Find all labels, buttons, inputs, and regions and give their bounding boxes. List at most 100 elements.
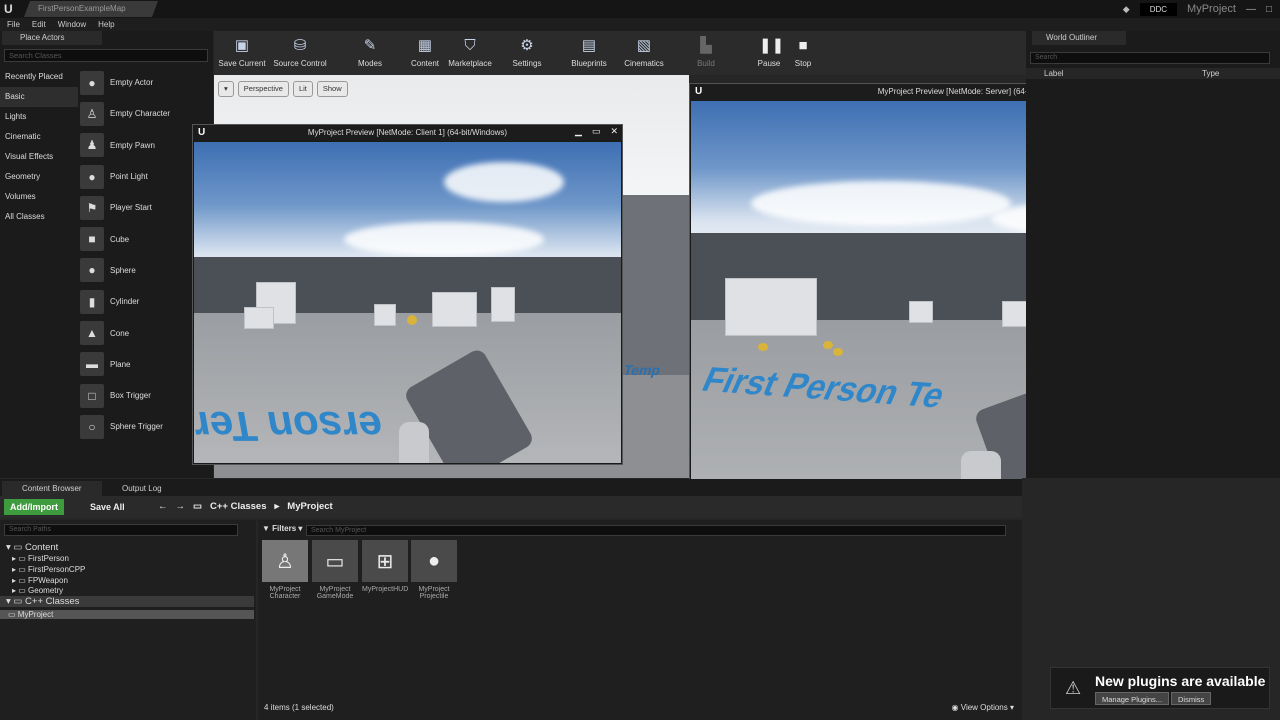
minimize-icon[interactable]: ▁ — [575, 126, 582, 137]
asset-search-input[interactable]: Search MyProject — [306, 525, 1006, 536]
flag-icon: ⚑ — [80, 195, 104, 220]
title-bar: U FirstPersonExampleMap ◆ DDC MyProject … — [0, 0, 1280, 18]
asset-tile[interactable]: ▭ MyProject GameMode — [312, 540, 358, 600]
actor-player-start[interactable]: ⚑ Player Start — [80, 192, 210, 223]
viewport-options-button[interactable]: ▾ — [218, 81, 234, 97]
menu-help[interactable]: Help — [98, 18, 114, 31]
actor-label: Empty Pawn — [110, 140, 155, 150]
path-search-input[interactable]: Search Paths — [4, 524, 238, 536]
show-button[interactable]: Show — [316, 81, 348, 97]
notification-icon[interactable]: ◆ — [1123, 4, 1130, 15]
actor-plane[interactable]: ▬ Plane — [80, 349, 210, 380]
pawn-icon: ♟ — [80, 133, 104, 158]
settings-button[interactable]: ⚙ Settings — [499, 33, 555, 68]
category-all-classes[interactable]: All Classes — [0, 207, 78, 227]
forward-icon[interactable]: → — [176, 499, 186, 515]
place-actors-tab[interactable]: Place Actors — [2, 31, 102, 45]
actor-label: Empty Actor — [110, 78, 154, 88]
lit-button[interactable]: Lit — [292, 81, 313, 97]
tree-item-content[interactable]: ▾ ▭ Content — [6, 542, 58, 553]
tree-item-fpweapon[interactable]: ▸ ▭ FPWeapon — [12, 576, 68, 585]
perspective-button[interactable]: Perspective — [237, 81, 289, 97]
map-tab[interactable]: FirstPersonExampleMap — [24, 1, 158, 17]
world-outliner-tab[interactable]: World Outliner — [1032, 31, 1126, 45]
client-preview-window[interactable]: MyProject Preview [NetMode: Client 1] (6… — [192, 124, 623, 465]
type-column-header[interactable]: Type — [1202, 68, 1219, 79]
close-icon[interactable]: ✕ — [610, 126, 618, 137]
actor-empty-actor[interactable]: ● Empty Actor — [80, 67, 210, 98]
tree-item-myproject[interactable]: ▭ MyProject — [0, 610, 254, 619]
category-cinematic[interactable]: Cinematic — [0, 127, 78, 147]
actor-label: Sphere — [110, 265, 136, 275]
actor-cylinder[interactable]: ▮ Cylinder — [80, 286, 210, 317]
content-icon: ▦ — [417, 37, 433, 54]
tree-item-cpp-classes[interactable]: ▾ ▭ C++ Classes — [0, 596, 254, 607]
folder-icon: ▭ — [193, 501, 202, 512]
content-browser-tab[interactable]: Content Browser — [2, 481, 102, 496]
add-import-button[interactable]: Add/Import — [4, 499, 64, 515]
menu-edit[interactable]: Edit — [32, 18, 46, 31]
output-log-tab[interactable]: Output Log — [102, 481, 202, 496]
menu-file[interactable]: File — [7, 18, 20, 31]
tree-item-geometry[interactable]: ▸ ▭ Geometry — [12, 586, 63, 595]
ddc-indicator: DDC — [1139, 2, 1178, 16]
maximize-icon[interactable]: □ — [1266, 4, 1272, 15]
item-count: 4 items (1 selected) — [264, 703, 334, 712]
gear-icon: ⚙ — [520, 37, 534, 54]
filters-button[interactable]: ▼ Filters ▾ — [262, 524, 302, 533]
asset-tile[interactable]: ⊞ MyProjectHUD — [362, 540, 408, 593]
label-column-header[interactable]: Label — [1044, 68, 1064, 79]
maximize-icon[interactable]: ▭ — [592, 126, 601, 137]
blueprints-button[interactable]: ▤ Blueprints — [561, 33, 617, 68]
actor-empty-pawn[interactable]: ♟ Empty Pawn — [80, 130, 210, 161]
actor-sphere[interactable]: ● Sphere — [80, 255, 210, 286]
save-current-button[interactable]: ▣ Save Current — [214, 33, 270, 68]
asset-tile[interactable]: ● MyProject Projectile — [411, 540, 457, 600]
client-game-view[interactable]: erson Ter — [194, 142, 621, 463]
outliner-search-input[interactable]: Search — [1030, 52, 1270, 64]
save-all-button[interactable]: Save All — [90, 499, 125, 515]
actor-box-trigger[interactable]: □ Box Trigger — [80, 380, 210, 411]
view-options-button[interactable]: ◉ View Options ▾ — [952, 703, 1014, 712]
category-visual-effects[interactable]: Visual Effects — [0, 147, 78, 167]
tree-item-firstpersoncpp[interactable]: ▸ ▭ FirstPersonCPP — [12, 565, 85, 574]
back-icon[interactable]: ← — [158, 499, 168, 515]
button-label: Blueprints — [571, 59, 607, 68]
actor-empty-character[interactable]: ♙ Empty Character — [80, 98, 210, 129]
minimize-icon[interactable]: — — [1246, 4, 1256, 15]
asset-tile[interactable]: ♙ MyProject Character — [262, 540, 308, 600]
outliner-header: Label Type — [1026, 68, 1280, 79]
actor-cone[interactable]: ▲ Cone — [80, 317, 210, 348]
clapperboard-icon: ▧ — [636, 37, 652, 54]
actor-sphere-trigger[interactable]: ○ Sphere Trigger — [80, 411, 210, 442]
actor-point-light[interactable]: ● Point Light — [80, 161, 210, 192]
hud-icon: ⊞ — [362, 540, 408, 582]
marketplace-button[interactable]: ⛉ Marketplace — [442, 33, 498, 68]
tree-item-firstperson[interactable]: ▸ ▭ FirstPerson — [12, 554, 69, 563]
modes-icon: ✎ — [363, 37, 377, 54]
menu-window[interactable]: Window — [58, 18, 86, 31]
actor-label: Cube — [110, 234, 130, 244]
modes-button[interactable]: ✎ Modes — [342, 33, 398, 68]
actor-label: Player Start — [110, 203, 152, 213]
main-toolbar: ▣ Save Current ⛁ Source Control ✎ Modes ▦ Co… — [214, 31, 1026, 75]
cinematics-button[interactable]: ▧ Cinematics — [616, 33, 672, 68]
crumb-cpp-classes[interactable]: C++ Classes — [210, 499, 267, 515]
sphere-icon: ● — [80, 70, 104, 95]
crumb-myproject[interactable]: MyProject — [287, 499, 332, 515]
manage-plugins-button[interactable]: Manage Plugins... — [1095, 692, 1170, 705]
build-button[interactable]: ▙ Build — [678, 33, 734, 68]
actor-cube[interactable]: ■ Cube — [80, 223, 210, 254]
category-recently-placed[interactable]: Recently Placed — [0, 67, 78, 87]
category-geometry[interactable]: Geometry — [0, 167, 78, 187]
actor-label: Empty Character — [110, 109, 171, 119]
class-search-input[interactable]: Search Classes — [4, 49, 208, 62]
cone-icon: ▲ — [80, 321, 104, 346]
project-name: MyProject — [1187, 3, 1236, 15]
dismiss-button[interactable]: Dismiss — [1171, 692, 1212, 705]
category-volumes[interactable]: Volumes — [0, 187, 78, 207]
category-lights[interactable]: Lights — [0, 107, 78, 127]
source-control-button[interactable]: ⛁ Source Control — [272, 33, 328, 68]
category-basic[interactable]: Basic — [0, 87, 78, 107]
stop-button[interactable]: ■ Stop — [775, 33, 831, 68]
